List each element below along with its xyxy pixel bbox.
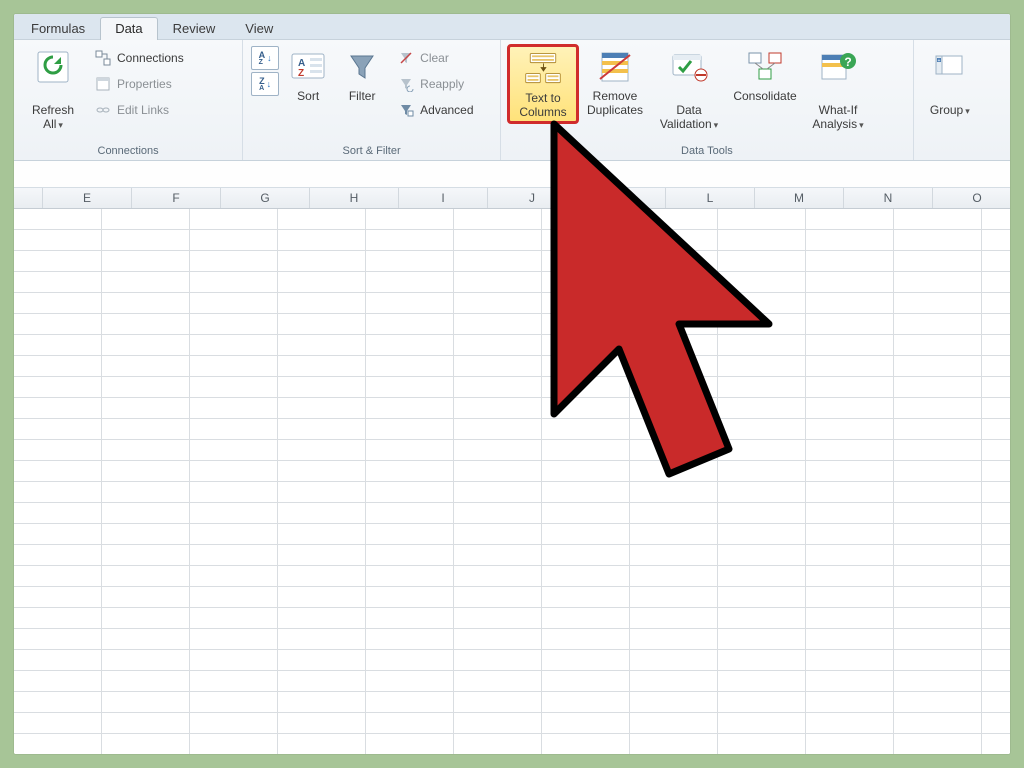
svg-text:?: ? — [844, 55, 851, 69]
tab-data[interactable]: Data — [100, 17, 157, 40]
consolidate-icon — [745, 47, 785, 87]
column-header[interactable]: K — [577, 188, 666, 208]
formula-bar[interactable] — [14, 161, 1010, 188]
tab-review[interactable]: Review — [158, 17, 231, 40]
edit-links-label: Edit Links — [117, 103, 169, 117]
properties-label: Properties — [117, 77, 172, 91]
svg-text:Z: Z — [298, 68, 304, 79]
consolidate-button[interactable]: Consolidate — [727, 44, 803, 106]
ribbon-tabs: Formulas Data Review View — [14, 14, 1010, 40]
edit-links-button[interactable]: Edit Links — [90, 98, 189, 122]
group-button[interactable]: + Group▾ — [920, 44, 980, 121]
column-header[interactable]: F — [132, 188, 221, 208]
column-header[interactable]: O — [933, 188, 1010, 208]
advanced-filter-icon — [398, 102, 414, 118]
advanced-filter-button[interactable]: Advanced — [393, 98, 478, 122]
clear-filter-icon — [398, 50, 414, 66]
column-header[interactable]: H — [310, 188, 399, 208]
advanced-filter-label: Advanced — [420, 103, 473, 117]
sort-label: Sort — [297, 89, 319, 103]
properties-icon — [95, 76, 111, 92]
connections-icon — [95, 50, 111, 66]
refresh-all-label: Refresh All▾ — [32, 89, 74, 132]
remove-duplicates-label: Remove Duplicates — [587, 89, 643, 117]
reapply-filter-label: Reapply — [420, 77, 464, 91]
column-headers: E F G H I J K L M N O — [14, 188, 1010, 209]
group-label-connections: Connections — [20, 143, 236, 160]
clear-filter-label: Clear — [420, 51, 449, 65]
data-validation-label: Data Validation▾ — [660, 89, 718, 132]
ribbon-group-outline: + Group▾ — [914, 40, 1010, 160]
text-to-columns-label: Text to Columns — [519, 91, 566, 119]
ribbon: Refresh All▾ Conn — [14, 40, 1010, 161]
sort-asc-button[interactable]: AZ↓ — [251, 46, 279, 70]
clear-filter-button[interactable]: Clear — [393, 46, 478, 70]
consolidate-label: Consolidate — [733, 89, 796, 103]
tab-view[interactable]: View — [230, 17, 288, 40]
reapply-filter-button[interactable]: Reapply — [393, 72, 478, 96]
sort-desc-icon: ZA — [259, 76, 265, 92]
spreadsheet-grid[interactable] — [14, 209, 1010, 754]
column-header[interactable]: G — [221, 188, 310, 208]
what-if-icon: ? — [818, 47, 858, 87]
ribbon-group-data-tools: Text to Columns Remove D — [501, 40, 914, 160]
column-header[interactable]: M — [755, 188, 844, 208]
data-validation-icon — [669, 47, 709, 87]
filter-button[interactable]: Filter — [335, 44, 389, 106]
remove-duplicates-button[interactable]: Remove Duplicates — [579, 44, 651, 120]
text-to-columns-icon — [523, 49, 563, 89]
group-label-data-tools: Data Tools — [507, 143, 907, 160]
what-if-label: What-If Analysis▾ — [812, 89, 863, 132]
sort-desc-button[interactable]: ZA↓ — [251, 72, 279, 96]
ribbon-group-connections: Refresh All▾ Conn — [14, 40, 243, 160]
column-header[interactable]: E — [43, 188, 132, 208]
ribbon-group-sort-filter: AZ↓ ZA↓ A Z — [243, 40, 501, 160]
remove-duplicates-icon — [595, 47, 635, 87]
group-icon: + — [930, 47, 970, 87]
column-header[interactable]: I — [399, 188, 488, 208]
reapply-filter-icon — [398, 76, 414, 92]
group-label-outline — [920, 143, 1004, 160]
refresh-icon — [33, 47, 73, 87]
text-to-columns-button[interactable]: Text to Columns — [507, 44, 579, 124]
filter-label: Filter — [349, 89, 376, 103]
column-header[interactable]: N — [844, 188, 933, 208]
data-validation-button[interactable]: Data Validation▾ — [651, 44, 727, 135]
svg-text:+: + — [937, 58, 940, 64]
group-label-text: Group▾ — [930, 89, 970, 118]
tab-formulas[interactable]: Formulas — [16, 17, 100, 40]
connections-label: Connections — [117, 51, 184, 65]
edit-links-icon — [95, 102, 111, 118]
sort-icon: A Z — [288, 47, 328, 87]
sort-asc-icon: AZ — [259, 50, 266, 66]
what-if-analysis-button[interactable]: ? What-If Analysis▾ — [803, 44, 873, 135]
column-header[interactable]: J — [488, 188, 577, 208]
connections-button[interactable]: Connections — [90, 46, 189, 70]
sort-button[interactable]: A Z Sort — [281, 44, 335, 106]
refresh-all-button[interactable]: Refresh All▾ — [20, 44, 86, 135]
properties-button[interactable]: Properties — [90, 72, 189, 96]
column-header[interactable]: L — [666, 188, 755, 208]
filter-icon — [342, 47, 382, 87]
group-label-sort-filter: Sort & Filter — [249, 143, 494, 160]
app-window: Formulas Data Review View — [14, 14, 1010, 754]
